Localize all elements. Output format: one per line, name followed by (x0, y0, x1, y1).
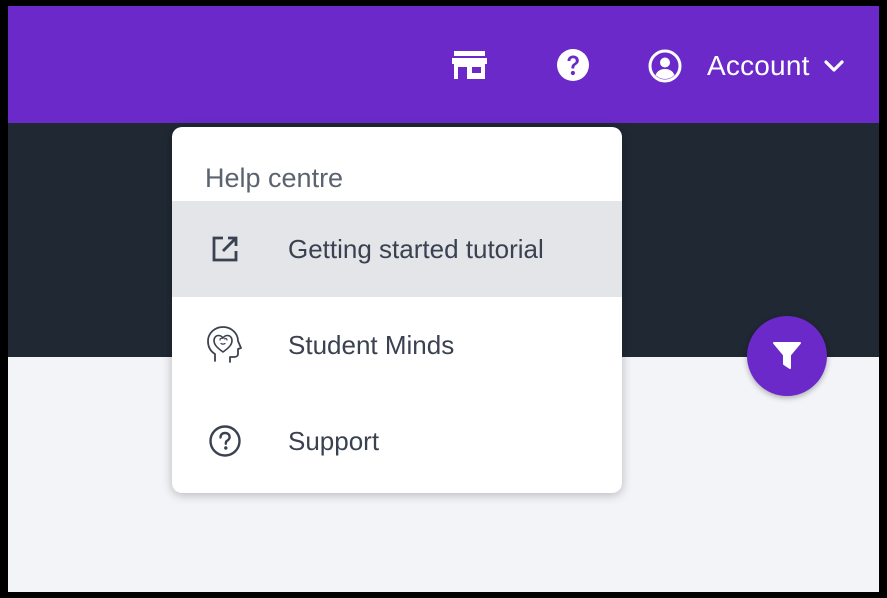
help-centre-dropdown: Help centre Getting started tutorial Stu… (172, 127, 622, 493)
top-navigation-bar: Account (8, 6, 879, 123)
filter-button[interactable] (747, 316, 827, 396)
head-heart-icon (205, 325, 245, 365)
menu-item-student-minds[interactable]: Student Minds (172, 297, 622, 393)
menu-item-label: Student Minds (288, 329, 455, 360)
filter-icon (773, 342, 801, 369)
store-icon[interactable] (452, 50, 487, 80)
help-centre-title: Help centre (205, 163, 344, 193)
menu-item-label: Support (288, 425, 380, 456)
menu-item-getting-started-tutorial[interactable]: Getting started tutorial (172, 201, 622, 297)
chevron-down-icon (822, 54, 846, 78)
help-circle-icon[interactable] (556, 48, 590, 82)
menu-item-support[interactable]: Support (172, 393, 622, 489)
account-circle-icon (648, 49, 682, 83)
app-frame: Account Help centre Getting started tuto… (8, 6, 879, 592)
external-link-icon (205, 229, 245, 269)
menu-item-label: Getting started tutorial (288, 233, 544, 264)
question-circle-icon (205, 421, 245, 461)
account-label: Account (707, 50, 810, 81)
account-menu-button[interactable]: Account (648, 46, 846, 86)
